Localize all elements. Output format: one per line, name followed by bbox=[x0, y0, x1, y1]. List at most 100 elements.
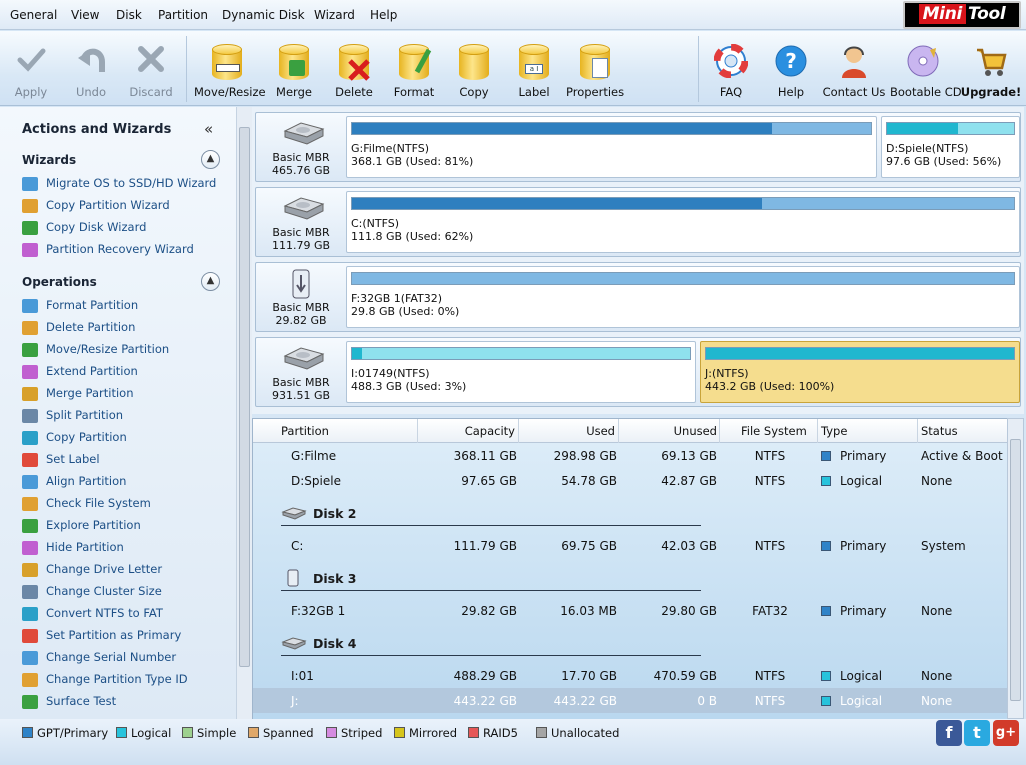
partition-name: C:(NTFS) bbox=[351, 217, 400, 230]
usb-drive-icon bbox=[281, 269, 321, 299]
table-row[interactable]: G:Filme 368.11 GB 298.98 GB 69.13 GB NTFS Pri… bbox=[253, 443, 1008, 468]
move-resize-button[interactable]: Move/Resize bbox=[194, 31, 266, 106]
menu-dynamic-disk[interactable]: Dynamic Disk bbox=[222, 8, 305, 22]
legend-swatch bbox=[468, 727, 479, 738]
partition-block[interactable]: J:(NTFS) 443.2 GB (Used: 100%) bbox=[700, 341, 1020, 403]
action-icon bbox=[22, 694, 38, 709]
partition-table: Partition Capacity Used Unused File Syst… bbox=[252, 418, 1008, 719]
col-type[interactable]: Type bbox=[821, 424, 847, 438]
operations-item[interactable]: Change Cluster Size bbox=[22, 584, 162, 602]
disk-group-header[interactable]: Disk 4 bbox=[253, 628, 1008, 658]
legend-item: Simple bbox=[182, 726, 236, 740]
label-button[interactable]: a I Label bbox=[506, 31, 562, 106]
operations-item[interactable]: Change Serial Number bbox=[22, 650, 176, 668]
twitter-icon[interactable]: t bbox=[964, 720, 990, 746]
col-status[interactable]: Status bbox=[921, 424, 958, 438]
legend-bar: GPT/Primary Logical Simple Spanned Striped Mi… bbox=[0, 719, 1026, 765]
action-icon bbox=[22, 430, 38, 445]
properties-button[interactable]: Properties bbox=[566, 31, 624, 106]
disk-group-name: Disk 3 bbox=[313, 571, 357, 586]
table-row[interactable]: C: 111.79 GB 69.75 GB 42.03 GB NTFS Primary Sy… bbox=[253, 533, 1008, 558]
partition-block[interactable]: D:Spiele(NTFS) 97.6 GB (Used: 56%) bbox=[881, 116, 1020, 178]
disk-group-name: Disk 4 bbox=[313, 636, 357, 651]
wizards-item[interactable]: Copy Disk Wizard bbox=[22, 220, 146, 238]
cell-type: Primary bbox=[821, 449, 886, 463]
undo-button[interactable]: Undo bbox=[62, 31, 120, 106]
disk-row[interactable]: Basic MBR 931.51 GB I:01749(NTFS) 488.3 GB … bbox=[255, 337, 1021, 407]
col-partition[interactable]: Partition bbox=[281, 424, 329, 438]
partition-name: I:01749(NTFS) bbox=[351, 367, 430, 380]
table-row[interactable]: I:01 488.29 GB 17.70 GB 470.59 GB NTFS Logica… bbox=[253, 663, 1008, 688]
operations-item[interactable]: Change Partition Type ID bbox=[22, 672, 188, 690]
wizards-item[interactable]: Migrate OS to SSD/HD Wizard bbox=[22, 176, 216, 194]
format-button[interactable]: Format bbox=[386, 31, 442, 106]
operations-item[interactable]: Change Drive Letter bbox=[22, 562, 162, 580]
operations-item[interactable]: Hide Partition bbox=[22, 540, 124, 558]
delete-button[interactable]: Delete bbox=[326, 31, 382, 106]
apply-button[interactable]: Apply bbox=[2, 31, 60, 106]
faq-button[interactable]: FAQ bbox=[702, 31, 760, 106]
partition-block[interactable]: F:32GB 1(FAT32) 29.8 GB (Used: 0%) bbox=[346, 266, 1020, 328]
operations-item[interactable]: Extend Partition bbox=[22, 364, 138, 382]
discard-button[interactable]: Discard bbox=[122, 31, 180, 106]
operations-item[interactable]: Align Partition bbox=[22, 474, 126, 492]
collapse-wizards-icon[interactable]: ▲ bbox=[201, 150, 220, 169]
wizards-item[interactable]: Partition Recovery Wizard bbox=[22, 242, 194, 260]
disk-row[interactable]: Basic MBR 29.82 GB F:32GB 1(FAT32) 29.8 GB … bbox=[255, 262, 1021, 332]
contact-us-button[interactable]: Contact Us bbox=[822, 31, 886, 106]
menu-help[interactable]: Help bbox=[370, 8, 397, 22]
col-file-system[interactable]: File System bbox=[741, 424, 807, 438]
partition-name: G:Filme(NTFS) bbox=[351, 142, 429, 155]
action-label: Align Partition bbox=[46, 474, 127, 488]
bootable-cd-button[interactable]: Bootable CD bbox=[890, 31, 962, 106]
partition-block[interactable]: C:(NTFS) 111.8 GB (Used: 62%) bbox=[346, 191, 1020, 253]
cell-type: Primary bbox=[821, 539, 886, 553]
disk-row[interactable]: Basic MBR 465.76 GB G:Filme(NTFS) 368.1 GB … bbox=[255, 112, 1021, 182]
menu-partition[interactable]: Partition bbox=[158, 8, 208, 22]
operations-item[interactable]: Check File System bbox=[22, 496, 151, 514]
action-icon bbox=[22, 518, 38, 533]
table-row[interactable]: D:Spiele 97.65 GB 54.78 GB 42.87 GB NTFS Logi… bbox=[253, 468, 1008, 493]
operations-item[interactable]: Delete Partition bbox=[22, 320, 135, 338]
operations-item[interactable]: Set Label bbox=[22, 452, 100, 470]
google-plus-icon[interactable]: g+ bbox=[993, 720, 1019, 746]
collapse-panel-icon[interactable]: « bbox=[204, 120, 213, 138]
menu-general[interactable]: General bbox=[10, 8, 57, 22]
partition-block[interactable]: G:Filme(NTFS) 368.1 GB (Used: 81%) bbox=[346, 116, 877, 178]
legend-item: Unallocated bbox=[536, 726, 619, 740]
operations-item[interactable]: Copy Partition bbox=[22, 430, 127, 448]
operations-item[interactable]: Surface Test bbox=[22, 694, 116, 712]
table-scrollbar[interactable] bbox=[1007, 418, 1024, 719]
facebook-icon[interactable]: f bbox=[936, 720, 962, 746]
disk-group-header[interactable]: Disk 3 bbox=[253, 563, 1008, 593]
action-icon bbox=[22, 320, 38, 335]
legend-swatch bbox=[116, 727, 127, 738]
partition-block[interactable]: I:01749(NTFS) 488.3 GB (Used: 3%) bbox=[346, 341, 696, 403]
collapse-operations-icon[interactable]: ▲ bbox=[201, 272, 220, 291]
table-row[interactable]: J: 443.22 GB 443.22 GB 0 B NTFS Logical None bbox=[253, 688, 1008, 713]
left-panel-scrollbar[interactable] bbox=[236, 107, 252, 719]
operations-item[interactable]: Convert NTFS to FAT bbox=[22, 606, 163, 624]
menu-view[interactable]: View bbox=[71, 8, 99, 22]
operations-item[interactable]: Set Partition as Primary bbox=[22, 628, 181, 646]
operations-item[interactable]: Explore Partition bbox=[22, 518, 141, 536]
upgrade-button[interactable]: Upgrade! bbox=[960, 31, 1022, 106]
help-button[interactable]: ? Help bbox=[762, 31, 820, 106]
action-icon bbox=[22, 176, 38, 191]
table-row[interactable]: F:32GB 1 29.82 GB 16.03 MB 29.80 GB FAT32 Pri… bbox=[253, 598, 1008, 623]
copy-button[interactable]: Copy bbox=[446, 31, 502, 106]
operations-item[interactable]: Move/Resize Partition bbox=[22, 342, 169, 360]
cell-unused: 42.03 GB bbox=[661, 539, 717, 553]
wizards-item[interactable]: Copy Partition Wizard bbox=[22, 198, 170, 216]
disk-row[interactable]: Basic MBR 111.79 GB C:(NTFS) 111.8 GB (Used… bbox=[255, 187, 1021, 257]
col-unused[interactable]: Unused bbox=[619, 424, 717, 438]
merge-button[interactable]: Merge bbox=[266, 31, 322, 106]
disk-group-header[interactable]: Disk 2 bbox=[253, 498, 1008, 528]
col-used[interactable]: Used bbox=[519, 424, 615, 438]
menu-wizard[interactable]: Wizard bbox=[314, 8, 355, 22]
operations-item[interactable]: Split Partition bbox=[22, 408, 123, 426]
col-capacity[interactable]: Capacity bbox=[419, 424, 515, 438]
operations-item[interactable]: Format Partition bbox=[22, 298, 138, 316]
operations-item[interactable]: Merge Partition bbox=[22, 386, 133, 404]
menu-disk[interactable]: Disk bbox=[116, 8, 142, 22]
